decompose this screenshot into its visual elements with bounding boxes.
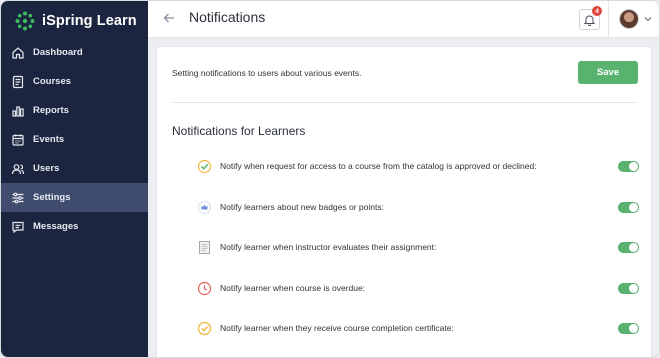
chevron-down-icon[interactable] <box>644 16 652 22</box>
page-title: Notifications <box>189 9 266 25</box>
back-arrow-icon[interactable] <box>162 11 176 25</box>
intro-text: Setting notifications to users about var… <box>172 68 362 78</box>
home-icon <box>11 46 25 60</box>
sidebar-item-reports[interactable]: Reports <box>1 96 148 125</box>
sidebar-item-label: Settings <box>33 192 71 203</box>
notification-label: Notify when request for access to a cour… <box>220 161 537 171</box>
section-title: Notifications for Learners <box>172 124 306 138</box>
notification-row: Notify learners about new badges or poin… <box>197 197 639 217</box>
notification-label: Notify learner when they receive course … <box>220 323 454 333</box>
crown-icon <box>197 200 212 215</box>
sidebar-item-label: Events <box>33 134 65 145</box>
notification-label: Notify learner when course is overdue: <box>220 283 366 293</box>
notification-toggle[interactable] <box>618 282 639 294</box>
divider <box>172 102 638 103</box>
app-window: iSpring Learn Dashboard Courses Reports <box>0 0 660 358</box>
sidebar-nav: Dashboard Courses Reports Events Users S… <box>1 38 148 241</box>
notification-toggle[interactable] <box>618 241 639 253</box>
sidebar-item-label: Dashboard <box>33 47 83 58</box>
sidebar-item-events[interactable]: Events <box>1 125 148 154</box>
sidebar-item-label: Messages <box>33 221 79 232</box>
notification-row: Notify when request for access to a cour… <box>197 156 639 176</box>
notification-toggle[interactable] <box>618 322 639 334</box>
sidebar-item-messages[interactable]: Messages <box>1 212 148 241</box>
sidebar-item-courses[interactable]: Courses <box>1 67 148 96</box>
notification-row: Notify learner when course is overdue: <box>197 278 639 298</box>
notification-count-badge: 4 <box>592 6 602 16</box>
sidebar-item-label: Courses <box>33 76 72 87</box>
sidebar-item-label: Users <box>33 163 60 174</box>
header-divider <box>608 1 609 38</box>
users-icon <box>11 162 25 176</box>
save-button[interactable]: Save <box>578 61 638 84</box>
notification-row: Notify learner when instructor evaluates… <box>197 237 639 257</box>
avatar[interactable] <box>619 9 639 29</box>
top-header: Notifications 4 <box>148 1 659 38</box>
courses-icon <box>11 75 25 89</box>
sidebar-item-dashboard[interactable]: Dashboard <box>1 38 148 67</box>
notification-label: Notify learners about new badges or poin… <box>220 202 384 212</box>
sidebar-item-settings[interactable]: Settings <box>1 183 148 212</box>
clock-icon <box>197 281 212 296</box>
certificate-icon <box>197 321 212 336</box>
notification-row: Notify learner when they receive course … <box>197 318 639 338</box>
calendar-icon <box>11 133 25 147</box>
logo[interactable]: iSpring Learn <box>15 10 137 32</box>
sidebar-item-users[interactable]: Users <box>1 154 148 183</box>
notification-toggle[interactable] <box>618 160 639 172</box>
document-icon <box>197 240 212 255</box>
checkmark-circle-icon <box>197 159 212 174</box>
ispring-logo-icon <box>15 11 35 31</box>
sidebar: iSpring Learn Dashboard Courses Reports <box>1 1 148 357</box>
notification-toggle[interactable] <box>618 201 639 213</box>
settings-icon <box>11 191 25 205</box>
notifications-settings-card: Setting notifications to users about var… <box>156 46 652 357</box>
sidebar-item-label: Reports <box>33 105 69 116</box>
app-name: iSpring Learn <box>42 13 137 29</box>
notification-label: Notify learner when instructor evaluates… <box>220 242 437 252</box>
messages-icon <box>11 220 25 234</box>
reports-icon <box>11 104 25 118</box>
bell-icon <box>584 15 595 26</box>
